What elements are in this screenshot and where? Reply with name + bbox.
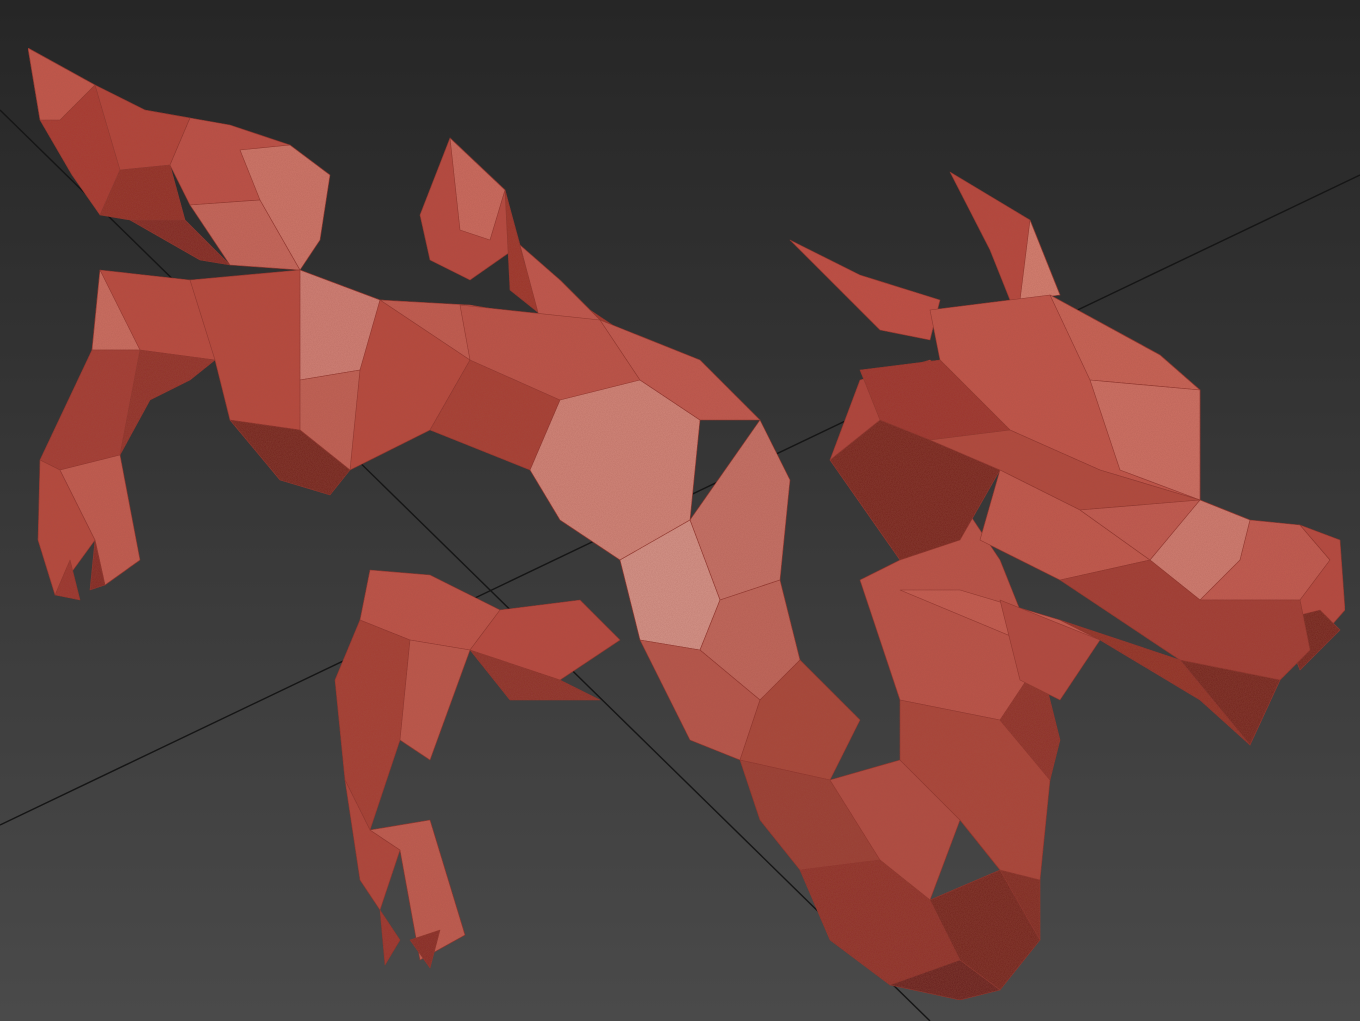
3d-viewport[interactable] [0, 0, 1360, 1021]
viewport-canvas[interactable] [0, 0, 1360, 1021]
